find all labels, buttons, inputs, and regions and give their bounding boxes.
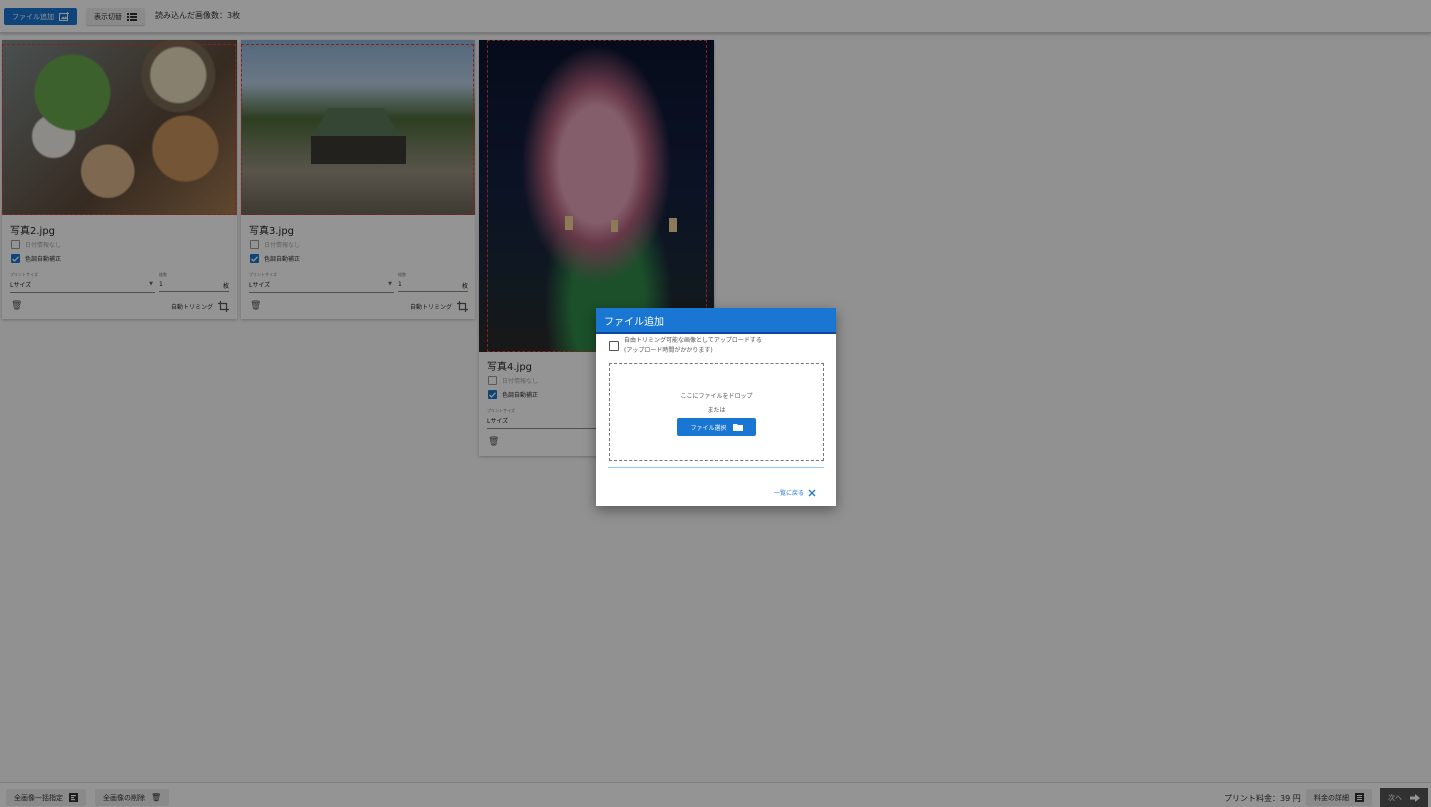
file-dropzone[interactable]: ここにファイルをドロップ または ファイル選択: [609, 363, 824, 461]
add-file-dialog: ファイル追加 自由トリミング可能な画像としてアップロードする (アップロード時間…: [596, 308, 836, 506]
drop-text: ここにファイルをドロップ: [680, 393, 753, 400]
close-icon: [808, 489, 816, 496]
folder-icon: [732, 424, 743, 431]
back-to-list-button[interactable]: 一覧に戻る: [774, 488, 816, 497]
dialog-progress-strip: [596, 332, 836, 334]
or-text: または: [707, 407, 726, 414]
free-trim-option-text: 自由トリミング可能な画像としてアップロードする (アップロード時間がかかります): [624, 337, 762, 354]
upload-progress-line: [608, 467, 824, 468]
file-select-button[interactable]: ファイル選択: [677, 418, 756, 436]
dialog-title: ファイル追加: [596, 308, 836, 332]
free-trim-checkbox[interactable]: [609, 341, 619, 351]
